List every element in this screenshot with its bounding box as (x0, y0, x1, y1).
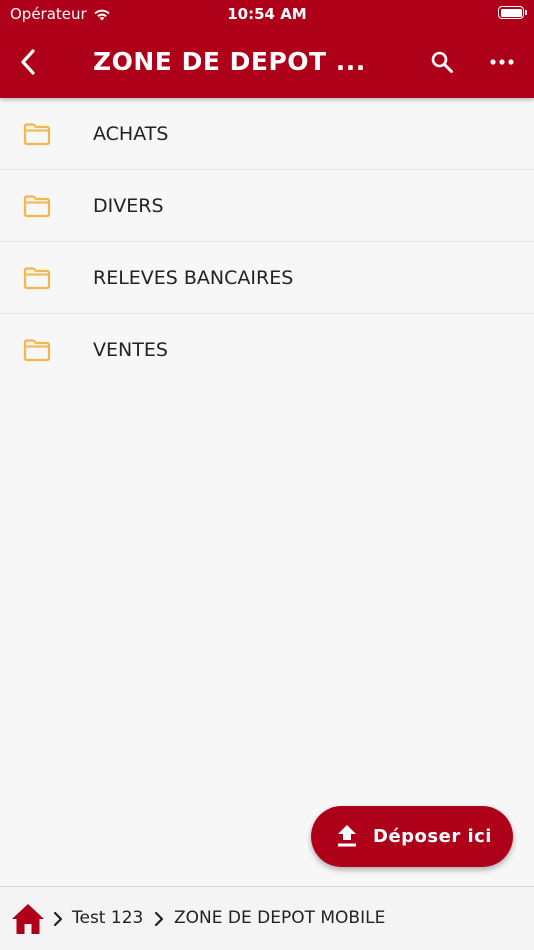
chevron-left-icon (21, 49, 35, 75)
breadcrumb-item-test-123[interactable]: Test 123 (72, 908, 143, 928)
folder-icon (23, 123, 51, 146)
breadcrumb: Test 123 ZONE DE DEPOT MOBILE (0, 886, 534, 950)
upload-icon (338, 825, 356, 847)
search-icon (431, 51, 453, 73)
folder-label: RELEVES BANCAIRES (93, 266, 294, 289)
more-options-button[interactable] (484, 44, 520, 80)
battery-icon (498, 6, 527, 19)
folder-icon (23, 267, 51, 290)
chevron-right-icon (53, 911, 63, 927)
folder-item-achats[interactable]: ACHATS (0, 98, 534, 170)
app-header: Opérateur 10:54 AM ZONE DE DEPOT ... (0, 0, 534, 98)
folder-list: ACHATS DIVERS RELEVES BANCAIRES VENTES (0, 98, 534, 386)
nav-bar: ZONE DE DEPOT ... (0, 36, 534, 90)
status-time: 10:54 AM (227, 5, 307, 23)
folder-icon (23, 339, 51, 362)
home-icon[interactable] (10, 902, 46, 936)
folder-item-divers[interactable]: DIVERS (0, 170, 534, 242)
search-button[interactable] (424, 44, 460, 80)
back-button[interactable] (10, 44, 46, 80)
folder-label: ACHATS (93, 122, 169, 145)
folder-label: VENTES (93, 339, 168, 361)
status-bar: Opérateur 10:54 AM (0, 0, 534, 28)
folder-item-releves-bancaires[interactable]: RELEVES BANCAIRES (0, 242, 534, 314)
upload-button[interactable]: Déposer ici (311, 806, 513, 867)
folder-icon (23, 195, 51, 218)
more-horizontal-icon (490, 59, 514, 65)
breadcrumb-item-zone-de-depot-mobile[interactable]: ZONE DE DEPOT MOBILE (174, 908, 385, 928)
page-title: ZONE DE DEPOT ... (93, 47, 366, 76)
folder-item-ventes[interactable]: VENTES (0, 314, 534, 386)
folder-label: DIVERS (93, 194, 164, 217)
upload-label: Déposer ici (373, 826, 492, 847)
chevron-right-icon (154, 911, 164, 927)
